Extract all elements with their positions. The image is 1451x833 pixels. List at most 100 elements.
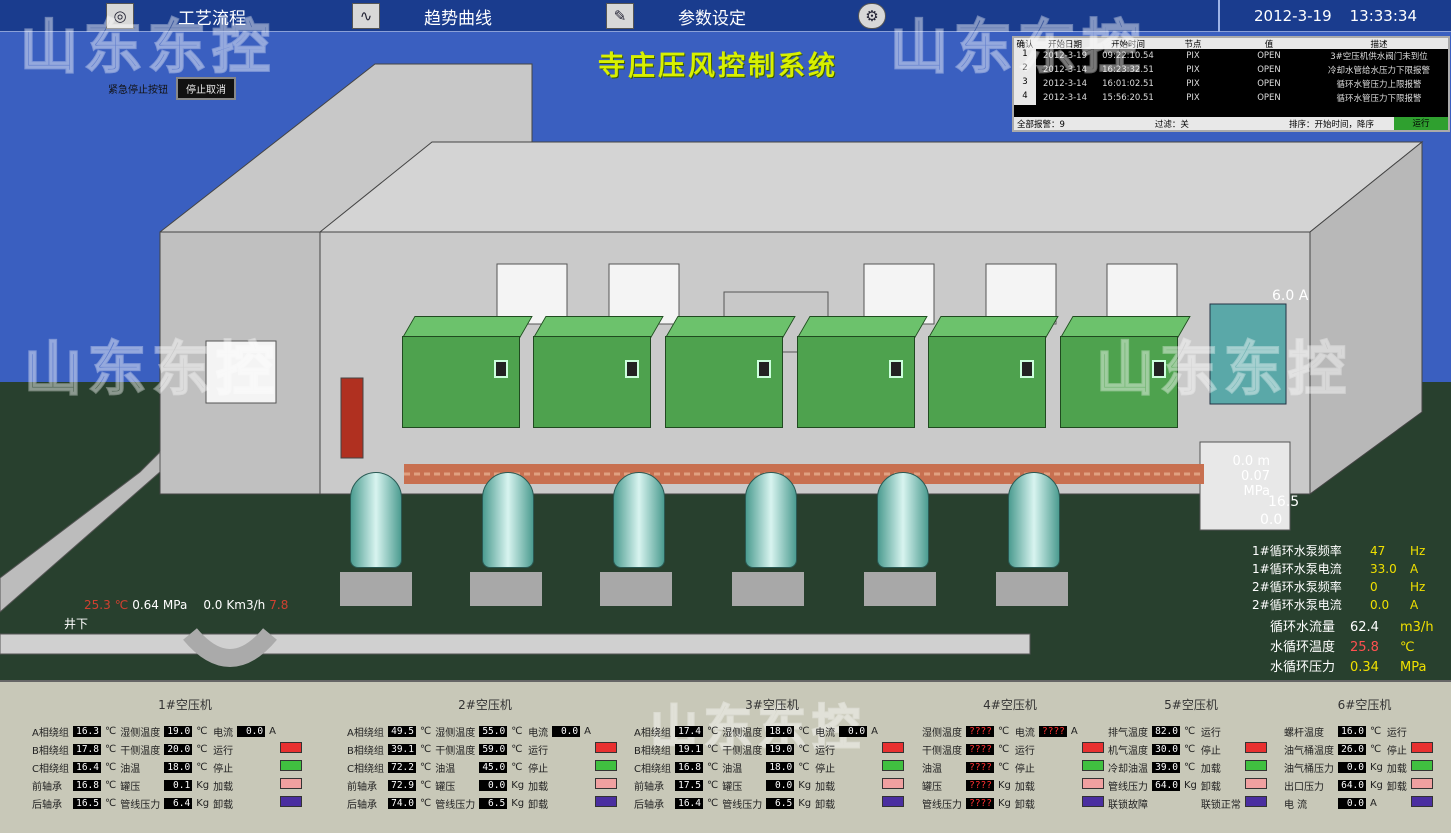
- group-row: C相绕组 72.2 ℃ 油温 45.0 ℃ 停止: [345, 758, 619, 776]
- alarm-sort: 排序：开始时间，降序: [1288, 119, 1374, 130]
- status-indicator: [1410, 760, 1433, 771]
- pipe-flow-unit: Km3/h: [226, 598, 266, 612]
- label: 罐压: [722, 781, 743, 793]
- label: 卸载: [1014, 799, 1035, 811]
- status-indicator: [594, 742, 617, 753]
- label: 油温: [922, 763, 942, 775]
- compressor-4[interactable]: [797, 316, 928, 448]
- label: ℃: [706, 779, 719, 791]
- label: 加载: [528, 781, 549, 793]
- label: ℃: [706, 743, 719, 755]
- label: ℃: [1184, 725, 1196, 737]
- label: 卸载: [528, 799, 549, 811]
- label: 运行: [1386, 727, 1407, 739]
- group-row: C相绕组 16.8 ℃ 油温 18.0 ℃ 停止: [632, 758, 906, 776]
- compressor-6[interactable]: [1060, 316, 1191, 448]
- value-display: 20.0: [164, 743, 193, 755]
- label: 停止: [1386, 745, 1407, 757]
- value-display: 17.5: [674, 779, 703, 791]
- label: [869, 758, 880, 776]
- pump-stats: 1#循环水泵频率 47 Hz 1#循环水泵电流 33.0 A 2#循环水泵频率 0 Hz 2…: [1252, 542, 1425, 614]
- nav-parameter-settings[interactable]: ✎ 参数设定: [606, 0, 746, 32]
- label: Kg: [1370, 761, 1383, 773]
- label: Kg: [511, 779, 525, 791]
- value-display: 39.1: [387, 743, 416, 755]
- alarm-row[interactable]: 1 2012-3-19 09:22:10.54 PIX OPEN 3#空压机供水阀门未到位: [1014, 49, 1448, 63]
- group-row: C相绕组 16.4 ℃ 油温 18.0 ℃ 停止: [30, 758, 304, 776]
- air-tank-5: [877, 472, 929, 568]
- label: ℃: [798, 725, 810, 737]
- water-stats: 循环水流量 62.4 m3/h 水循环温度 25.8 ℃ 水循环压力 0.34 MPa: [1270, 618, 1434, 678]
- water-stat-row: 循环水流量 62.4 m3/h: [1270, 620, 1434, 635]
- pump-stat-row: 2#循环水泵频率 0 Hz: [1252, 580, 1426, 594]
- pump-current: 0.0: [1260, 512, 1283, 528]
- alarm-col[interactable]: 描述: [1314, 38, 1444, 50]
- label: 卸载: [213, 799, 234, 811]
- status-indicator: [881, 778, 904, 789]
- label: 前轴承: [347, 781, 377, 793]
- label: ℃: [998, 761, 1010, 773]
- alarm-row[interactable]: 3 2012-3-14 16:01:02.51 PIX OPEN 循环水管压力上限报警: [1014, 77, 1448, 91]
- label: [582, 776, 593, 794]
- alarm-col[interactable]: 确认: [1014, 38, 1036, 50]
- cooling-tower-current: 6.0 A: [1272, 288, 1309, 304]
- alarm-col[interactable]: 开始时间: [1094, 38, 1162, 50]
- alarm-row[interactable]: 2 2012-3-14 16:23:32.51 PIX OPEN 冷却水管给水压力下限报警: [1014, 63, 1448, 77]
- compressor-2[interactable]: [533, 316, 664, 448]
- label: 运行: [1200, 727, 1221, 739]
- alarm-col[interactable]: 节点: [1162, 38, 1224, 50]
- chart-icon: ∿: [352, 3, 380, 29]
- value-display: 0.0: [479, 779, 508, 791]
- stop-cancel-button[interactable]: 停止取消: [176, 77, 236, 100]
- label: Kg: [1370, 779, 1383, 791]
- group-row: 冷却油温 39.0 ℃ 加载: [1106, 758, 1269, 776]
- pipe-flow: 0.0: [203, 598, 223, 612]
- group-title: 3#空压机: [745, 698, 799, 712]
- label: 电流: [213, 727, 234, 739]
- value-display: ????: [1038, 725, 1067, 737]
- label: 冷却油温: [1108, 763, 1148, 775]
- label: ℃: [104, 743, 117, 755]
- value-display: ????: [966, 797, 994, 809]
- label: 前轴承: [32, 781, 62, 793]
- group-row: 前轴承 72.9 ℃ 罐压 0.0 Kg 加载: [345, 776, 619, 794]
- alarm-col[interactable]: 开始日期: [1036, 38, 1094, 50]
- label: [1037, 776, 1069, 794]
- label: 电流: [1014, 727, 1035, 739]
- status-indicator: [279, 778, 302, 789]
- label: 卸载: [815, 799, 836, 811]
- status-indicator: [1244, 778, 1267, 789]
- label: A相绕组: [634, 727, 671, 739]
- value-display: 64.0: [1152, 779, 1180, 791]
- group-row: 管线压力???? Kg 卸载: [920, 794, 1106, 812]
- label: 停止: [528, 763, 549, 775]
- label: 联锁故障: [1108, 799, 1148, 811]
- label: [235, 794, 267, 812]
- nav-lock[interactable]: ⚙: [858, 0, 886, 32]
- label: ℃: [1184, 743, 1196, 755]
- label: 出口压力: [1284, 781, 1324, 793]
- globe-icon: ◎: [106, 3, 134, 29]
- label: [267, 776, 278, 794]
- process-scene: 寺庄压风控制系统 紧急停止按钮 停止取消 确认 开始日期 开始时间 节点 值 描…: [0, 12, 1451, 680]
- air-tank-6: [1008, 472, 1060, 568]
- compressor-5[interactable]: [928, 316, 1059, 448]
- label: ℃: [706, 761, 719, 773]
- compressor-1[interactable]: [402, 316, 533, 448]
- alarm-col[interactable]: 值: [1224, 38, 1314, 50]
- water-stat-row: 水循环温度 25.8 ℃: [1270, 640, 1415, 655]
- alarm-header-row: 确认 开始日期 开始时间 节点 值 描述: [1014, 38, 1448, 50]
- nav-trend-curve[interactable]: ∿ 趋势曲线: [352, 0, 492, 32]
- nav-process-flow[interactable]: ◎ 工艺流程: [106, 0, 246, 32]
- water-stat-row: 水循环压力 0.34 MPa: [1270, 660, 1427, 675]
- label: 加载: [1200, 763, 1221, 775]
- tank-base: [732, 572, 804, 606]
- label: Kg: [798, 779, 812, 791]
- label: A: [1070, 725, 1078, 737]
- status-indicator: [279, 760, 302, 771]
- compressor-3[interactable]: [665, 316, 796, 448]
- alarm-row[interactable]: 4 2012-3-14 15:56:20.51 PIX OPEN 循环水管压力下限报警: [1014, 91, 1448, 105]
- label: 加载: [815, 781, 836, 793]
- status-indicator: [279, 742, 302, 753]
- value-display: 19.1: [674, 743, 703, 755]
